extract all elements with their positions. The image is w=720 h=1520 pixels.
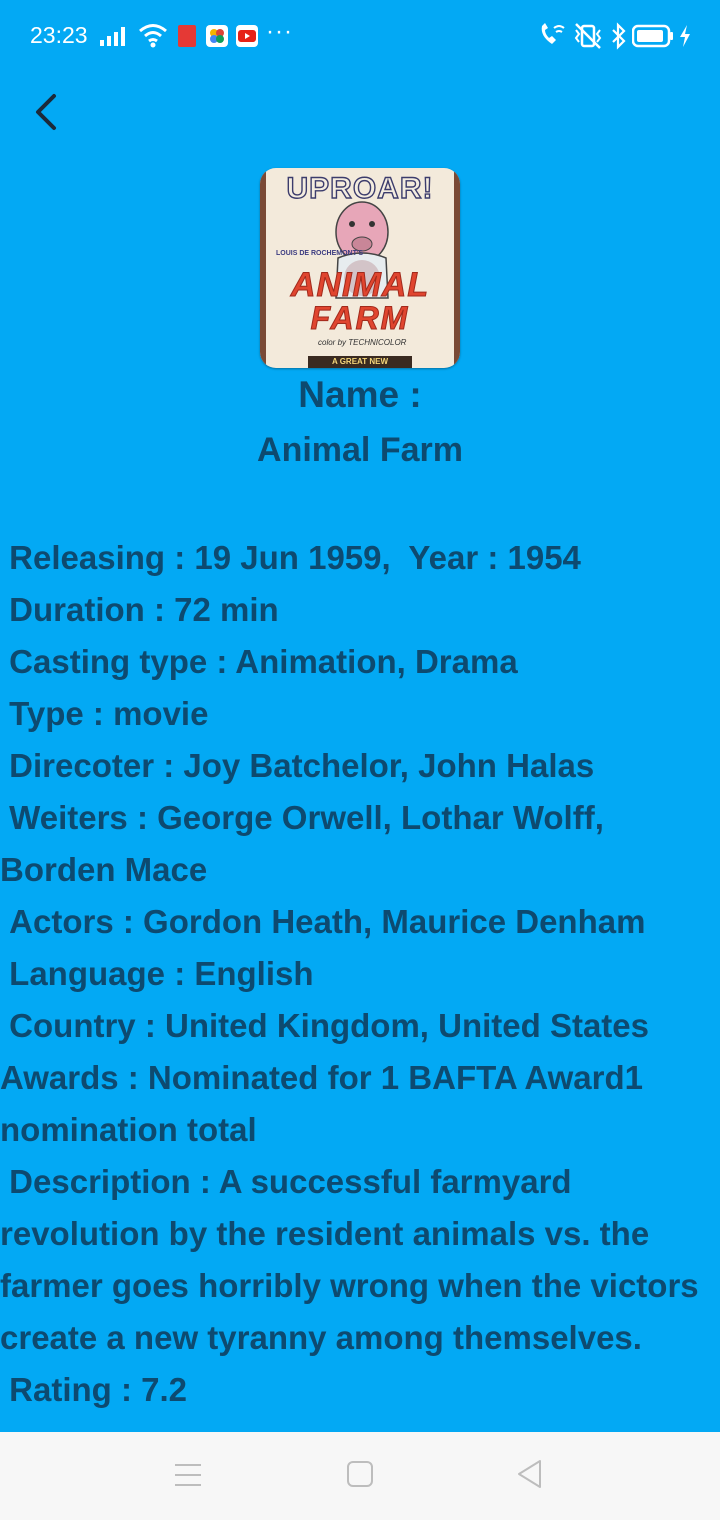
vibrate-icon [574,23,602,49]
wifi-calling-icon [541,23,565,44]
poster-banner: A GREAT NEW [308,356,412,368]
navigation-bar [0,1432,720,1520]
awards-detail: Awards : Nominated for 1 BAFTA Award1 no… [0,1059,653,1148]
photos-app-icon [206,25,228,47]
movie-details: Releasing : 19 Jun 1959, Year : 1954 Dur… [0,532,718,1416]
back-button[interactable] [22,86,74,138]
casting-type-detail: Casting type : Animation, Drama [0,643,518,680]
youtube-app-icon [236,25,258,47]
duration-detail: Duration : 72 min [0,591,279,628]
status-time: 23:23 [30,22,88,48]
poster-frame [454,168,460,368]
releasing-detail: Releasing : 19 Jun 1959, Year : 1954 [0,539,581,576]
actors-detail: Actors : Gordon Heath, Maurice Denham [0,903,646,940]
poster-color-text: color by TECHNICOLOR [318,338,407,347]
more-notifications-icon: ··· [266,18,293,45]
poster-frame [260,168,266,368]
signal-icon [100,27,125,46]
home-icon[interactable] [346,1460,374,1488]
rating-detail: Rating : 7.2 [0,1371,188,1408]
poster-presenter: LOUIS DE ROCHEMONT'S [276,250,364,257]
type-detail: Type : movie [0,695,209,732]
bluetooth-icon [612,22,626,50]
language-detail: Language : English [0,955,314,992]
movie-poster: UPROAR! LOUIS DE ROCHEMONT'S ANIMAL FARM… [260,168,460,368]
director-detail: Direcoter : Joy Batchelor, John Halas [0,747,595,784]
wifi-icon [139,24,167,48]
battery-icon [632,24,673,48]
chevron-left-icon [36,94,56,130]
poster-farm-text: FARM [310,300,410,337]
charging-icon [680,25,690,47]
country-detail: Country : United Kingdom, United States [0,1007,649,1044]
movie-name: Animal Farm [257,431,463,469]
status-bar: 23:23 ··· [0,0,720,72]
name-label: Name : [298,374,422,415]
back-triangle-icon[interactable] [514,1458,546,1490]
menu-icon[interactable] [174,1462,202,1488]
description-detail: Description : A successful farmyard revo… [0,1163,708,1356]
writers-detail: Weiters : George Orwell, Lothar Wolff, B… [0,799,614,888]
book-app-icon [178,25,196,47]
